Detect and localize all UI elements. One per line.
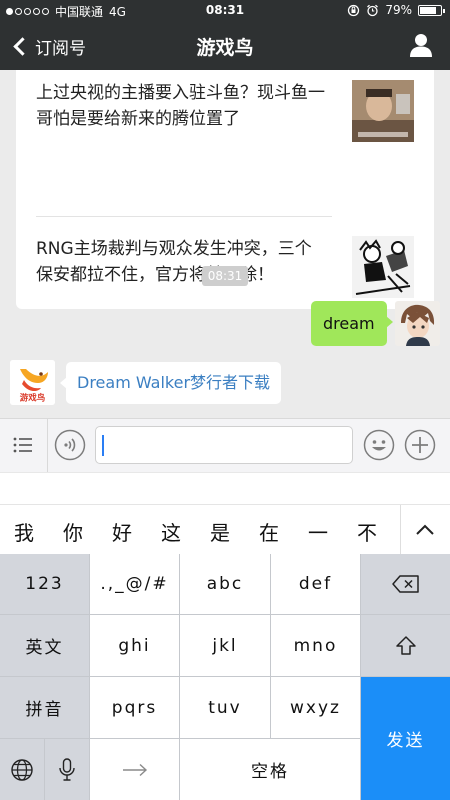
space-key[interactable]: 空格 bbox=[180, 739, 360, 800]
page-title: 游戏鸟 bbox=[196, 37, 254, 59]
backspace-icon bbox=[391, 575, 419, 593]
key-def[interactable]: def bbox=[271, 554, 360, 614]
key-label: mno bbox=[293, 635, 338, 656]
key-ghi[interactable]: ghi bbox=[90, 615, 179, 676]
key-label: .,_@/# bbox=[100, 574, 169, 594]
text-caret bbox=[102, 435, 104, 456]
key-label: jkl bbox=[212, 635, 238, 656]
key-label: def bbox=[298, 574, 333, 594]
timestamp-chip: 08:31 bbox=[202, 266, 248, 286]
backspace-key[interactable] bbox=[361, 554, 450, 614]
key-label: 拼音 bbox=[25, 700, 64, 720]
key-symbols[interactable]: .,_@/# bbox=[90, 554, 179, 614]
key-pqrs[interactable]: pqrs bbox=[90, 677, 179, 738]
article-divider bbox=[36, 216, 332, 217]
message-input-field[interactable] bbox=[95, 426, 353, 464]
outgoing-message-bubble[interactable]: dream bbox=[311, 301, 393, 346]
key-abc[interactable]: abc bbox=[180, 554, 270, 614]
official-account-avatar[interactable]: 游戏鸟 bbox=[10, 360, 55, 405]
key-jkl[interactable]: jkl bbox=[180, 615, 270, 676]
keyboard: 123 .,_@/# abc def 英文 ghi jkl mno 拼音 pqr… bbox=[0, 554, 450, 800]
globe-icon bbox=[11, 758, 33, 781]
key-english[interactable]: 英文 bbox=[0, 615, 89, 676]
key-label: 英文 bbox=[25, 638, 64, 658]
article-thumbnail bbox=[352, 80, 414, 142]
candidate-word[interactable]: 这 bbox=[157, 517, 185, 546]
article-item[interactable]: 上过央视的主播要入驻斗鱼？现斗鱼一哥怕是要给新来的腾位置了 bbox=[36, 80, 414, 160]
key-label: ghi bbox=[118, 635, 151, 656]
incoming-link-bubble[interactable]: Dream Walker梦行者下载 bbox=[59, 362, 282, 404]
input-divider bbox=[47, 419, 48, 473]
menu-list-icon[interactable] bbox=[12, 434, 34, 456]
key-wxyz[interactable]: wxyz bbox=[271, 677, 360, 738]
key-label: 123 bbox=[25, 574, 64, 594]
keyboard-preview-strip bbox=[0, 472, 450, 504]
send-key[interactable]: 发送 bbox=[361, 677, 450, 800]
status-right: 79% bbox=[347, 3, 445, 17]
candidate-word[interactable]: 你 bbox=[59, 517, 87, 546]
article-title: 上过央视的主播要入驻斗鱼？现斗鱼一哥怕是要给新来的腾位置了 bbox=[36, 83, 325, 129]
shift-key[interactable] bbox=[361, 615, 450, 676]
article-title: RNG主场裁判与观众发生冲突，三个保安都拉不住，官方将其开除！ bbox=[36, 239, 312, 285]
alarm-icon bbox=[367, 4, 379, 16]
profile-icon[interactable] bbox=[408, 32, 434, 58]
key-label: 发送 bbox=[386, 731, 425, 751]
emoji-icon[interactable] bbox=[363, 429, 395, 461]
key-label: abc bbox=[206, 574, 244, 594]
key-pinyin[interactable]: 拼音 bbox=[0, 677, 89, 738]
arrow-right-icon bbox=[122, 763, 147, 776]
candidate-word[interactable]: 在 bbox=[255, 517, 283, 546]
candidate-bar: 我 你 好 这 是 在 一 不 bbox=[0, 504, 450, 555]
key-tuv[interactable]: tuv bbox=[180, 677, 270, 738]
key-mno[interactable]: mno bbox=[271, 615, 360, 676]
dictation-key[interactable] bbox=[45, 739, 89, 800]
key-label: wxyz bbox=[290, 697, 341, 718]
key-label: tuv bbox=[208, 697, 242, 718]
battery-icon bbox=[418, 4, 445, 16]
key-label: pqrs bbox=[111, 697, 158, 718]
orientation-lock-icon bbox=[348, 4, 360, 16]
candidate-word[interactable]: 一 bbox=[304, 517, 332, 546]
candidate-word[interactable]: 是 bbox=[206, 517, 234, 546]
nav-bar: 订阅号 游戏鸟 bbox=[0, 22, 450, 70]
chat-area[interactable]: 上过央视的主播要入驻斗鱼？现斗鱼一哥怕是要给新来的腾位置了 RNG主场裁判与观众… bbox=[0, 70, 450, 418]
voice-input-icon[interactable] bbox=[54, 429, 86, 461]
globe-key[interactable] bbox=[0, 739, 44, 800]
candidate-word[interactable]: 我 bbox=[10, 517, 38, 546]
status-bar: 中国联通 4G 08:31 79% bbox=[0, 0, 450, 22]
game-bird-logo-icon: 游戏鸟 bbox=[10, 360, 55, 405]
expand-candidates-button[interactable] bbox=[400, 505, 450, 555]
candidate-word[interactable]: 好 bbox=[108, 517, 136, 546]
candidate-word[interactable]: 不 bbox=[353, 517, 381, 546]
plus-icon[interactable] bbox=[404, 429, 436, 461]
article-thumbnail bbox=[352, 236, 414, 298]
user-avatar[interactable] bbox=[395, 301, 440, 346]
chevron-up-icon bbox=[416, 524, 434, 535]
key-label: 空格 bbox=[251, 762, 289, 782]
next-key[interactable] bbox=[90, 739, 179, 800]
key-123[interactable]: 123 bbox=[0, 554, 89, 614]
game-logo-label: 游戏鸟 bbox=[20, 393, 46, 404]
microphone-icon bbox=[59, 757, 75, 781]
message-input-bar bbox=[0, 418, 450, 473]
shift-arrow-icon bbox=[395, 635, 416, 655]
battery-percent: 79% bbox=[385, 3, 412, 17]
